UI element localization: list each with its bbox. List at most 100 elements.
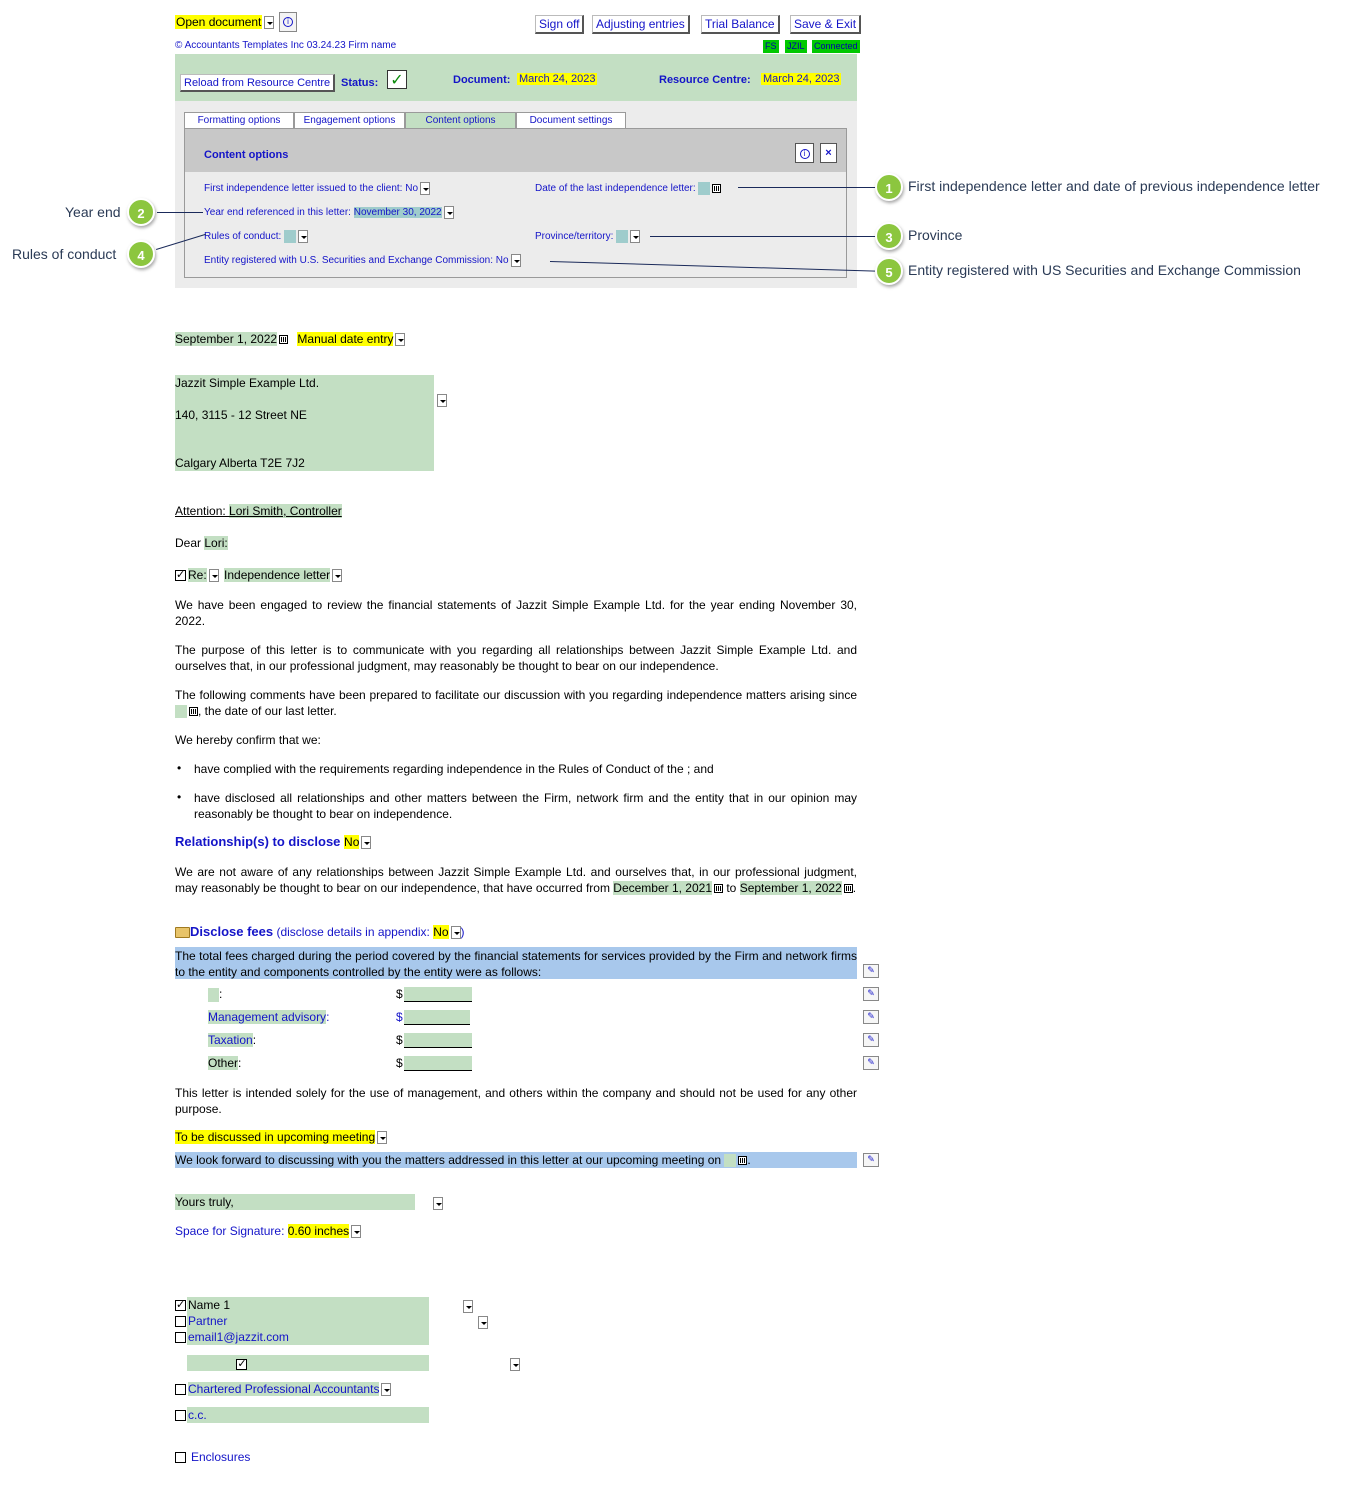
province-value[interactable] [616,230,629,243]
calendar-icon[interactable] [714,884,724,894]
signature-value[interactable]: 0.60 inches [287,1224,350,1238]
signer-name-checkbox[interactable] [175,1298,186,1312]
chevron-down-icon[interactable] [377,1131,388,1145]
reload-button[interactable]: Reload from Resource Centre [180,74,336,92]
chevron-down-icon[interactable] [443,206,454,219]
rules-of-conduct-field[interactable]: Rules of conduct: [204,230,309,243]
chevron-down-icon[interactable] [478,1316,489,1330]
cpa-checkbox[interactable] [175,1384,186,1396]
callout-text-1: First independence letter and date of pr… [908,178,1320,194]
second-signer-checkbox[interactable] [236,1357,248,1371]
chevron-down-icon[interactable] [433,1197,444,1211]
fee-row-4-label[interactable]: Other [208,1056,239,1070]
chevron-down-icon[interactable] [510,254,521,267]
meeting-mode[interactable]: To be discussed in upcoming meeting [175,1130,376,1144]
callout-line-2 [157,212,203,213]
re-line: Re: Independence letter [175,568,343,583]
cc-checkbox[interactable] [175,1410,186,1422]
date-mode[interactable]: Manual date entry [297,332,394,346]
year-end-field[interactable]: Year end referenced in this letter: Nove… [204,206,454,219]
letter-date[interactable]: September 1, 2022 [175,332,278,346]
disclose-value[interactable]: No [433,925,449,939]
status-checkmark-icon[interactable]: ✓ [387,70,407,89]
cpa-text[interactable]: Chartered Professional Accountants [188,1382,380,1396]
chevron-down-icon[interactable] [462,1300,473,1314]
rules-value[interactable] [284,230,297,243]
period-to-date[interactable]: September 1, 2022 [739,881,842,895]
edit-icon[interactable]: ✎ [863,964,879,978]
fee-row-1-amount[interactable] [404,987,472,1002]
trial-balance-button[interactable]: Trial Balance [701,15,780,34]
chevron-down-icon[interactable] [509,1358,520,1372]
edit-icon[interactable]: ✎ [863,1010,879,1024]
attention-value[interactable]: Lori Smith, Controller [229,504,342,518]
fee-row-2-amount[interactable] [404,1010,470,1025]
signer-email-checkbox[interactable] [175,1332,186,1344]
enclosures-checkbox[interactable] [175,1452,186,1464]
tag-jzil[interactable]: JZIL [785,40,807,53]
province-field[interactable]: Province/territory: [535,230,641,243]
fee-row-3-amount[interactable] [404,1033,472,1048]
re-checkbox[interactable] [175,568,186,582]
edit-icon[interactable]: ✎ [863,1033,879,1047]
chevron-down-icon[interactable] [298,230,309,243]
callout-text-5: Entity registered with US Securities and… [908,262,1301,278]
open-document-dropdown[interactable]: Open document [175,12,275,32]
address-dropdown-icon[interactable] [437,394,447,408]
panel-info-button[interactable]: i [795,143,814,163]
re-value[interactable]: Independence letter [224,568,331,582]
chevron-down-icon[interactable] [395,333,406,347]
callout-text-2: Year end [65,204,121,220]
fee-row-2-currency: $ [396,1010,403,1024]
tab-formatting-options[interactable]: Formatting options [184,112,294,128]
tag-fs[interactable]: FS [763,40,779,53]
chevron-down-icon[interactable] [381,1383,392,1397]
calendar-icon[interactable] [738,1156,748,1166]
period-from-date[interactable]: December 1, 2021 [613,881,713,895]
tab-document-settings[interactable]: Document settings [516,112,626,128]
tab-content-options[interactable]: Content options [405,112,516,128]
chevron-down-icon[interactable] [450,926,461,940]
chevron-down-icon[interactable] [351,1225,362,1239]
last-letter-date-value[interactable] [698,182,711,195]
chevron-down-icon[interactable] [208,569,219,583]
tag-connected[interactable]: Connected [812,40,860,53]
edit-icon[interactable]: ✎ [863,1056,879,1070]
last-letter-date-field[interactable]: Date of the last independence letter: [535,182,722,195]
relationships-value[interactable]: No [344,835,360,849]
first-letter-field[interactable]: First independence letter issued to the … [204,182,431,195]
calendar-icon[interactable] [712,184,722,193]
cc-row: c.c. [175,1408,207,1422]
folder-icon[interactable] [175,927,190,939]
fee-row-4-amount[interactable] [404,1056,472,1071]
dear-value[interactable]: Lori: [204,536,228,550]
year-end-value[interactable]: November 30, 2022 [353,207,442,219]
last-letter-date[interactable] [175,705,187,719]
sign-off-button[interactable]: Sign off [535,15,585,34]
fee-row-2-label[interactable]: Management advisory [208,1010,327,1024]
chevron-down-icon[interactable] [420,182,431,195]
edit-icon[interactable]: ✎ [863,1153,879,1167]
adjusting-entries-button[interactable]: Adjusting entries [592,15,690,34]
second-signer-field[interactable] [187,1355,429,1371]
chevron-down-icon[interactable] [332,569,343,583]
enclosures-text: Enclosures [191,1450,251,1464]
edit-icon[interactable]: ✎ [863,987,879,1001]
chevron-down-icon[interactable] [361,836,372,850]
sec-field[interactable]: Entity registered with U.S. Securities a… [204,254,521,267]
signer-email: email1@jazzit.com [188,1330,289,1344]
cc-field[interactable] [187,1407,429,1423]
tab-engagement-options[interactable]: Engagement options [294,112,405,128]
meeting-date[interactable] [724,1154,737,1168]
fee-row-1-blank[interactable] [208,987,219,1002]
calendar-icon[interactable] [843,884,853,894]
info-button[interactable]: i [279,12,297,32]
fee-row-3-label[interactable]: Taxation [208,1033,253,1047]
calendar-icon[interactable] [189,707,198,717]
fee-row-2-suffix: : [326,1010,330,1024]
calendar-icon[interactable] [279,335,289,345]
signer-title-checkbox[interactable] [175,1316,186,1328]
panel-close-button[interactable]: × [820,143,837,163]
save-exit-button[interactable]: Save & Exit [790,15,862,34]
chevron-down-icon[interactable] [630,230,641,243]
